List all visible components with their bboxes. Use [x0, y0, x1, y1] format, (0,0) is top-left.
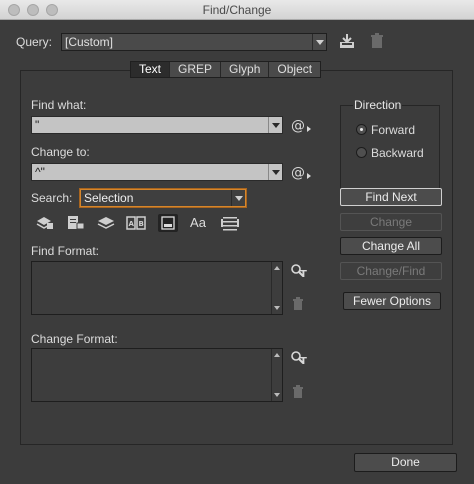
svg-text:A: A — [129, 220, 135, 228]
change-format-box[interactable] — [31, 348, 283, 402]
tab-object[interactable]: Object — [269, 62, 320, 77]
find-next-button[interactable]: Find Next — [340, 188, 442, 206]
svg-text:@: @ — [291, 118, 305, 134]
special-characters-find-icon[interactable]: @ — [291, 116, 313, 134]
specify-change-format-icon[interactable]: T — [290, 350, 308, 366]
window-title: Find/Change — [202, 3, 272, 17]
find-what-value: " — [35, 118, 40, 132]
change-button[interactable]: Change — [340, 213, 442, 231]
save-query-icon[interactable] — [338, 33, 356, 49]
specify-find-format-icon[interactable]: T — [290, 263, 308, 279]
search-dropdown[interactable]: Selection — [80, 189, 246, 207]
change-all-button[interactable]: Change All — [340, 237, 442, 255]
include-hidden-layers-icon[interactable] — [96, 214, 116, 232]
search-label: Search: — [31, 191, 73, 205]
change-format-label: Change Format: — [31, 332, 118, 346]
svg-text:@: @ — [291, 165, 305, 181]
change-to-label: Change to: — [31, 145, 90, 159]
svg-text:T: T — [300, 269, 307, 279]
find-what-field[interactable]: " — [31, 116, 283, 134]
done-button[interactable]: Done — [354, 453, 457, 472]
direction-backward-radio[interactable] — [356, 147, 367, 158]
tab-grep[interactable]: GREP — [170, 62, 222, 77]
direction-backward-label[interactable]: Backward — [371, 146, 424, 160]
window-titlebar: Find/Change — [0, 0, 474, 20]
query-value: [Custom] — [65, 35, 114, 49]
tab-bar: Text GREP Glyph Object — [130, 61, 322, 78]
special-characters-change-icon[interactable]: @ — [291, 163, 313, 181]
fewer-options-button[interactable]: Fewer Options — [343, 292, 441, 310]
find-format-scrollbar[interactable] — [271, 262, 282, 314]
change-to-field[interactable]: ^" — [31, 163, 283, 181]
include-footnotes-icon[interactable] — [158, 214, 178, 232]
whole-word-icon[interactable] — [220, 214, 240, 232]
change-find-button[interactable]: Change/Find — [340, 262, 442, 280]
direction-forward-radio[interactable] — [356, 124, 367, 135]
find-what-label: Find what: — [31, 98, 87, 112]
clear-find-format-icon[interactable] — [292, 297, 304, 311]
chevron-down-icon[interactable] — [268, 164, 282, 180]
search-value: Selection — [84, 191, 134, 205]
chevron-down-icon[interactable] — [268, 117, 282, 133]
tab-glyph[interactable]: Glyph — [221, 62, 270, 77]
query-dropdown[interactable]: [Custom] — [61, 33, 327, 51]
include-master-pages-icon[interactable]: A B — [126, 214, 146, 232]
change-to-value: ^" — [35, 165, 45, 179]
query-label: Query: — [16, 35, 53, 49]
include-locked-stories-icon[interactable] — [66, 214, 86, 232]
case-sensitive-icon[interactable]: Aa — [188, 214, 208, 232]
clear-change-format-icon[interactable] — [292, 385, 304, 399]
chevron-down-icon — [312, 34, 326, 50]
direction-title: Direction — [353, 98, 403, 112]
find-format-box[interactable] — [31, 261, 283, 315]
tab-text[interactable]: Text — [131, 62, 171, 77]
direction-forward-label[interactable]: Forward — [371, 123, 415, 137]
include-locked-layers-icon[interactable] — [35, 214, 55, 232]
find-format-label: Find Format: — [31, 244, 100, 258]
change-format-scrollbar[interactable] — [271, 349, 282, 401]
svg-text:T: T — [300, 356, 307, 366]
find-change-dialog: Query: [Custom] Text GREP Glyph Object F… — [0, 20, 474, 484]
svg-text:B: B — [139, 220, 144, 228]
chevron-down-icon — [231, 190, 245, 206]
delete-query-icon[interactable] — [370, 33, 384, 49]
